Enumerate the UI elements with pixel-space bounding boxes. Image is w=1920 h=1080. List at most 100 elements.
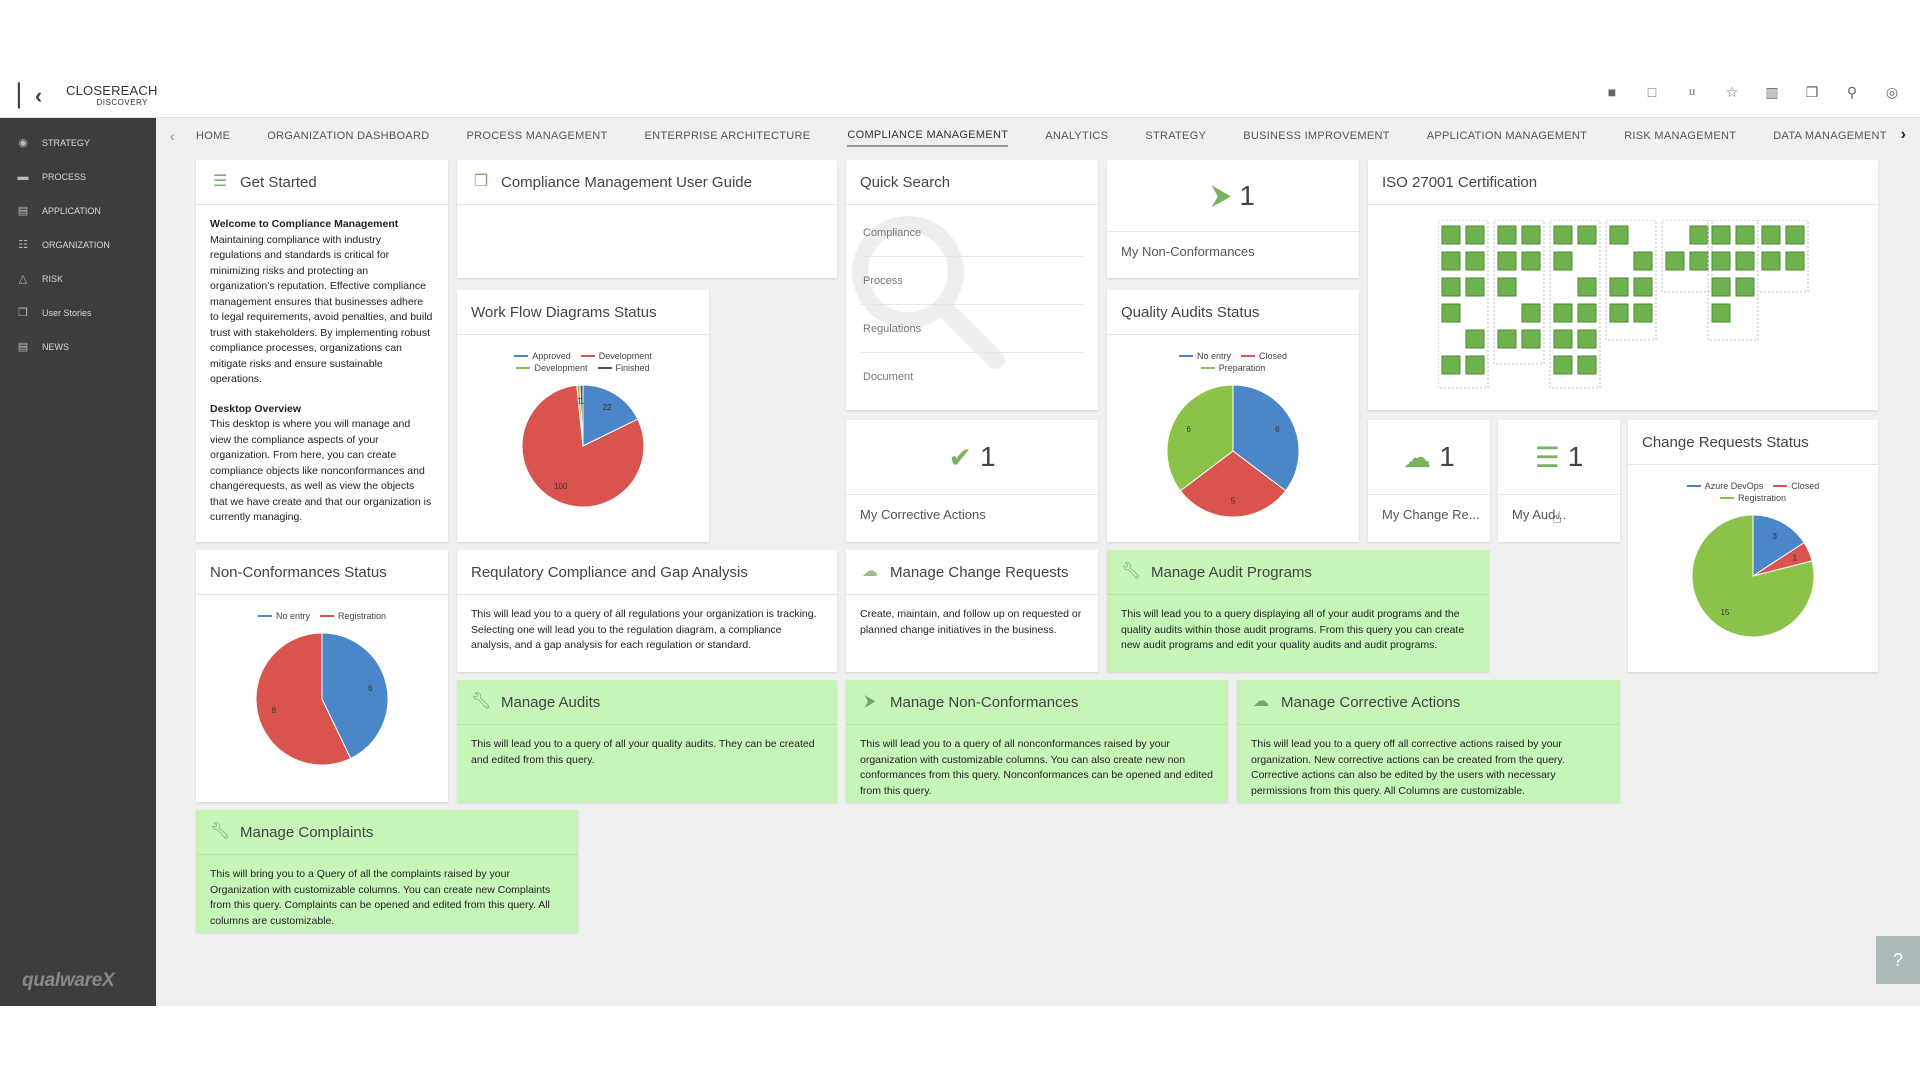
legend-item: Azure DevOps	[1686, 481, 1763, 491]
iso-diagram-thumbnail	[1438, 220, 1809, 389]
pie-slice-label: 3	[1773, 532, 1778, 541]
change-requests-pie-chart[interactable]: 3 1 15	[1688, 511, 1818, 641]
widget-header: ☰ Get Started	[196, 160, 448, 205]
quick-search-compliance[interactable]: Compliance	[860, 209, 1084, 257]
star-icon[interactable]: ☆	[1724, 84, 1740, 100]
sidebar-item-risk[interactable]: △ RISK	[0, 262, 156, 296]
quick-search-regulations[interactable]: Regulations	[860, 305, 1084, 353]
non-conformances-pie-chart[interactable]: 68	[252, 629, 392, 769]
monitor-icon[interactable]: □	[1644, 84, 1660, 100]
collapse-sidebar-button[interactable]: ▏‹	[18, 84, 42, 108]
diagram-note	[1689, 225, 1709, 245]
count-display: ⮞ 1	[1107, 160, 1359, 232]
my-audits-widget[interactable]: ☰ 1 My Aud... ☝	[1498, 420, 1620, 542]
legend-item: Finished	[597, 363, 650, 373]
widget-title: Manage Corrective Actions	[1281, 693, 1461, 711]
diagram-note	[1785, 225, 1805, 245]
tab-process-management[interactable]: PROCESS MANAGEMENT	[466, 126, 607, 146]
tab-data-management[interactable]: DATA MANAGEMENT	[1773, 126, 1887, 146]
workflow-pie-chart[interactable]: 2210011	[518, 381, 648, 511]
sidebar-item-strategy[interactable]: ◉ STRATEGY	[0, 126, 156, 160]
app-window: ▏‹ CLOSEREACH DISCOVERY ■ □ u ☆ ▥ ❐ ⚲ ◎ …	[0, 74, 1920, 1006]
quality-audits-pie-chart[interactable]: 6 5 6	[1163, 381, 1303, 521]
diagram-note	[1609, 225, 1629, 245]
user-guide-widget[interactable]: ❐ Compliance Management User Guide	[457, 160, 837, 278]
widget-description: Create, maintain, and follow up on reque…	[860, 608, 1082, 636]
quick-search-document[interactable]: Document	[860, 353, 1084, 401]
folder-icon[interactable]: ■	[1604, 84, 1620, 100]
tab-home[interactable]: HOME	[196, 126, 230, 146]
my-corrective-actions-widget[interactable]: ✔ 1 My Corrective Actions	[846, 420, 1098, 542]
tab-risk-management[interactable]: RISK MANAGEMENT	[1624, 126, 1736, 146]
widget-title: ISO 27001 Certification	[1382, 173, 1538, 191]
diagram-note	[1553, 225, 1573, 245]
diagram-note	[1465, 355, 1485, 375]
diagram-note	[1577, 355, 1597, 375]
iso-27001-widget[interactable]: ISO 27001 Certification	[1368, 160, 1878, 410]
tab-strategy[interactable]: STRATEGY	[1145, 126, 1206, 146]
nav-prev-icon[interactable]: ‹	[170, 128, 175, 144]
sidebar-item-label: STRATEGY	[42, 138, 90, 148]
brand-logo[interactable]: CLOSEREACH DISCOVERY	[66, 83, 176, 107]
tab-application-management[interactable]: APPLICATION MANAGEMENT	[1427, 126, 1587, 146]
manage-complaints-widget[interactable]: 🔧︎ Manage Complaints This will bring you…	[196, 810, 578, 932]
nav-next-icon[interactable]: ›	[1901, 126, 1906, 144]
quick-search-process[interactable]: Process	[860, 257, 1084, 305]
widget-title: Change Requests Status	[1642, 433, 1809, 451]
brand-name: CLOSEREACH	[66, 83, 158, 98]
document-icon: ❐	[473, 173, 489, 190]
widget-title: Get Started	[240, 173, 317, 191]
sidebar-item-label: PROCESS	[42, 172, 87, 182]
risk-icon: △	[18, 273, 28, 285]
cloud-transfer-icon: ☁	[862, 563, 878, 580]
tab-business-improvement[interactable]: BUSINESS IMPROVEMENT	[1243, 126, 1390, 146]
manage-non-conformances-widget[interactable]: ⮞ Manage Non-Conformances This will lead…	[846, 680, 1228, 802]
sidebar-item-process[interactable]: ▬ PROCESS	[0, 160, 156, 194]
legend-item: Approved	[514, 351, 571, 361]
welcome-heading: Welcome to Compliance Management	[210, 218, 399, 230]
book-icon[interactable]: ▥	[1764, 84, 1780, 100]
legend-item: Development	[516, 363, 588, 373]
widget-title: Manage Non-Conformances	[890, 693, 1079, 711]
share-nodes-icon: ⮞	[864, 693, 876, 710]
diagram-note	[1441, 303, 1461, 323]
application-icon: ▤	[17, 205, 29, 217]
user-stories-icon: ❐	[18, 307, 28, 319]
sidebar-item-user-stories[interactable]: ❐ User Stories	[0, 296, 156, 330]
brand-subtitle: DISCOVERY	[96, 98, 148, 107]
tab-analytics[interactable]: ANALYTICS	[1045, 126, 1108, 146]
sidebar-item-application[interactable]: ▤ APPLICATION	[0, 194, 156, 228]
manage-change-requests-widget[interactable]: ☁ Manage Change Requests Create, maintai…	[846, 550, 1098, 672]
my-non-conformances-widget[interactable]: ⮞ 1 My Non-Conformances	[1107, 160, 1359, 278]
user-icon[interactable]: ◎	[1884, 84, 1900, 100]
tab-compliance-management[interactable]: COMPLIANCE MANAGEMENT	[847, 125, 1009, 147]
top-header: ▏‹ CLOSEREACH DISCOVERY ■ □ u ☆ ▥ ❐ ⚲ ◎	[0, 74, 1920, 118]
manage-corrective-actions-widget[interactable]: ☁ Manage Corrective Actions This will le…	[1237, 680, 1620, 802]
help-button[interactable]: ?	[1876, 936, 1920, 984]
diagram-note	[1497, 277, 1517, 297]
widget-header: 🔧︎ Manage Audits	[457, 680, 837, 725]
copy-icon[interactable]: ❐	[1804, 84, 1820, 100]
diagram-note	[1735, 225, 1755, 245]
diagram-note	[1711, 225, 1731, 245]
news-icon: ▤	[17, 341, 29, 353]
u-icon[interactable]: u	[1684, 84, 1700, 100]
chart-legend: No entry Closed Preparation	[1107, 351, 1359, 373]
sidebar-item-organization[interactable]: ☷ ORGANIZATION	[0, 228, 156, 262]
sidebar-item-news[interactable]: ▤ NEWS	[0, 330, 156, 364]
tab-organization-dashboard[interactable]: ORGANIZATION DASHBOARD	[267, 126, 429, 146]
manage-audits-widget[interactable]: 🔧︎ Manage Audits This will lead you to a…	[457, 680, 837, 802]
diagram-note	[1609, 277, 1629, 297]
regulatory-compliance-widget[interactable]: Requlatory Compliance and Gap Analysis T…	[457, 550, 837, 672]
diagram-note	[1521, 303, 1541, 323]
chart-legend: Approved Development Development Finishe…	[457, 351, 709, 373]
share-nodes-icon: ⮞	[1211, 179, 1232, 210]
my-change-requests-widget[interactable]: ☁ 1 My Change Re...	[1368, 420, 1490, 542]
quality-audits-status-widget: Quality Audits Status No entry Closed Pr…	[1107, 290, 1359, 542]
search-icon[interactable]: ⚲	[1844, 84, 1860, 100]
manage-audit-programs-widget[interactable]: 🔧︎ Manage Audit Programs This will lead …	[1107, 550, 1489, 672]
widget-header: Change Requests Status	[1628, 420, 1878, 465]
tab-enterprise-architecture[interactable]: ENTERPRISE ARCHITECTURE	[645, 126, 811, 146]
diagram-note	[1465, 251, 1485, 271]
widget-header: 🔧︎ Manage Audit Programs	[1107, 550, 1489, 595]
